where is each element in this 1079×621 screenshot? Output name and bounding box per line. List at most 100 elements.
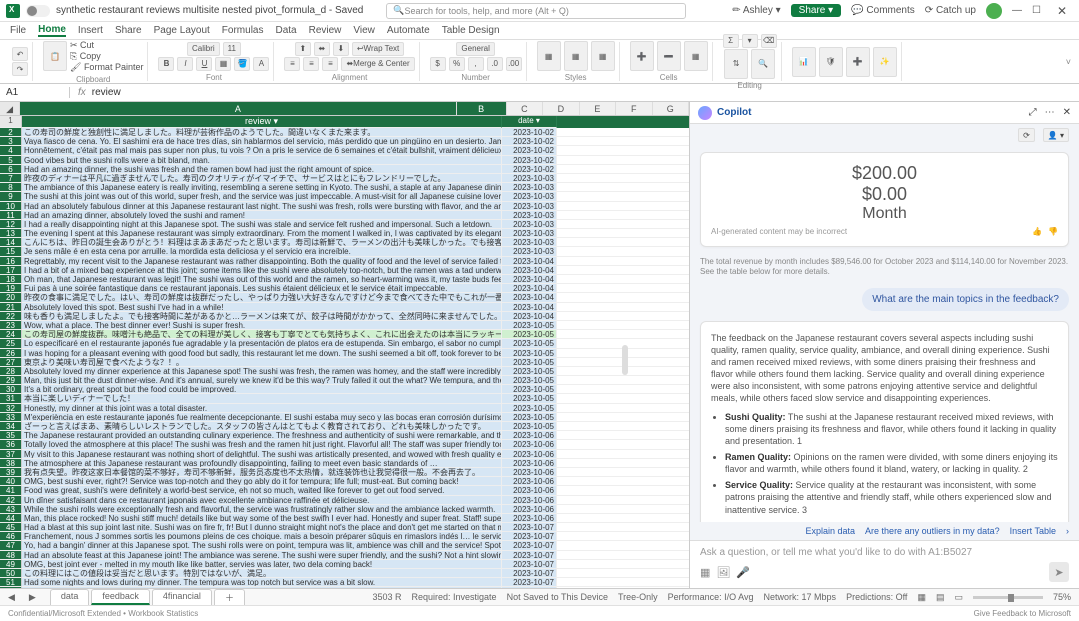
catchup-button[interactable]: ⟳ Catch up <box>925 5 976 16</box>
row-header[interactable]: 25 <box>0 339 22 348</box>
table-row[interactable]: 22味も香りも満足しましたよ。でも接客時間に差があるかと…ラーメンは来てが、餃子… <box>0 312 689 321</box>
cell-date[interactable]: 2023-10-06 <box>502 440 557 449</box>
cell-review[interactable]: Good vibes but the sushi rolls were a bi… <box>22 156 502 165</box>
cell-date[interactable]: 2023-10-07 <box>502 523 557 532</box>
cell-date[interactable]: 2023-10-03 <box>502 192 557 201</box>
cut-button[interactable]: ✂ Cut <box>70 40 94 51</box>
table-row[interactable]: 24この寿司屋の鮮度抜群。味噌汁も絶品で、全ての料理が美しく、接客も丁寧でとても… <box>0 330 689 339</box>
row-header[interactable]: 23 <box>0 321 22 330</box>
table-row[interactable]: 42Un dîner satisfaisant dans ce restaura… <box>0 496 689 505</box>
cell-date[interactable]: 2023-10-07 <box>502 532 557 541</box>
table-row[interactable]: 26I was hoping for a pleasant evening wi… <box>0 349 689 358</box>
row-header[interactable]: 34 <box>0 422 22 431</box>
row-header[interactable]: 18 <box>0 275 22 284</box>
cell-review[interactable]: I had a bit of a mixed bag experience at… <box>22 266 502 275</box>
number-format[interactable]: General <box>456 42 494 56</box>
cell-review[interactable]: Had an absolutely fabulous dinner at thi… <box>22 202 502 211</box>
cell-date[interactable]: 2023-10-03 <box>502 211 557 220</box>
cell-date[interactable]: 2023-10-06 <box>502 496 557 505</box>
dec-dec[interactable]: .00 <box>506 57 522 71</box>
cell-date[interactable]: 2023-10-03 <box>502 183 557 192</box>
row-header[interactable]: 46 <box>0 532 22 541</box>
cell-date[interactable]: 2023-10-06 <box>502 450 557 459</box>
table-row[interactable]: 28Absolutely loved my dinner experience … <box>0 367 689 376</box>
col-f[interactable]: F <box>616 102 652 115</box>
sheet-financial[interactable]: 4financial <box>152 589 212 605</box>
table-row[interactable]: 32Honestly, my dinner at this joint was … <box>0 404 689 413</box>
cell-date[interactable]: 2023-10-07 <box>502 560 557 569</box>
fill-button[interactable]: ▾ <box>742 34 758 48</box>
sheet-feedback[interactable]: feedback <box>91 589 150 605</box>
row-header[interactable]: 28 <box>0 367 22 376</box>
table-row[interactable]: 49OMG, best joint ever - melted in my mo… <box>0 560 689 569</box>
cell-date[interactable]: 2023-10-03 <box>502 229 557 238</box>
action-insert-table[interactable]: Insert Table <box>1010 526 1056 536</box>
table-row[interactable]: 11Had an amazing dinner, absolutely love… <box>0 211 689 220</box>
row-header[interactable]: 14 <box>0 238 22 247</box>
copilot-expand-icon[interactable]: ⤢ <box>1029 107 1037 118</box>
cell-date[interactable]: 2023-10-04 <box>502 303 557 312</box>
cell-review[interactable]: 昨夜の食事に満足でした。はい、寿司の鮮度は抜群だったし、やっぱり力強い大好きなん… <box>22 293 502 302</box>
cell-date[interactable]: 2023-10-02 <box>502 128 557 137</box>
row-header[interactable]: 27 <box>0 358 22 367</box>
sort-filter[interactable]: ⇅ <box>724 49 748 79</box>
cell-date[interactable]: 2023-10-05 <box>502 404 557 413</box>
cell-review[interactable]: この寿司の鮮度と独創性に満足しました。料理が芸術作品のようでした。間違いなくまた… <box>22 128 502 137</box>
cell-review[interactable]: I had a really disappointing night at th… <box>22 220 502 229</box>
table-row[interactable]: 34ざーっと言えばまあ、素晴らしいレストランでした。スタッフの皆さんはとてもよく… <box>0 422 689 431</box>
row-header[interactable]: 21 <box>0 303 22 312</box>
col-g[interactable]: G <box>653 102 689 115</box>
cell-review[interactable]: Had an absolute feast at this Japanese j… <box>22 551 502 560</box>
cell-review[interactable]: Food was great, sushi's were definitely … <box>22 486 502 495</box>
row-header[interactable]: 47 <box>0 541 22 550</box>
table-row[interactable]: 36Totally loved the atmosphere at this p… <box>0 440 689 449</box>
copilot-refresh[interactable]: ⟳ <box>1018 128 1035 142</box>
row-header[interactable]: 8 <box>0 183 22 192</box>
row-header[interactable]: 10 <box>0 202 22 211</box>
row-header[interactable]: 6 <box>0 165 22 174</box>
row-header[interactable]: 32 <box>0 404 22 413</box>
cell-date[interactable]: 2023-10-04 <box>502 293 557 302</box>
copy-button[interactable]: ⎘ Copy <box>70 51 101 62</box>
cell-date[interactable]: 2023-10-06 <box>502 468 557 477</box>
table-row[interactable]: 30It's a bit ordinary, great spot but th… <box>0 385 689 394</box>
cell-date[interactable]: 2023-10-03 <box>502 202 557 211</box>
cell-date[interactable]: 2023-10-03 <box>502 174 557 183</box>
sheet-data[interactable]: data <box>50 589 90 605</box>
table-row[interactable]: 52The elegant ambiance complemented by d… <box>0 587 689 588</box>
cell-date[interactable]: 2023-10-06 <box>502 486 557 495</box>
table-row[interactable]: 43While the sushi rolls were exceptional… <box>0 505 689 514</box>
cell-review[interactable]: Franchement, nous J sommes sortis les po… <box>22 532 502 541</box>
merge-center[interactable]: ⬌ Merge & Center <box>341 57 414 71</box>
align-mid[interactable]: ⬌ <box>314 42 330 56</box>
row-header[interactable]: 52 <box>0 587 22 588</box>
align-right[interactable]: ≡ <box>322 57 338 71</box>
align-top[interactable]: ⬆ <box>295 42 311 56</box>
row-header[interactable]: 12 <box>0 220 22 229</box>
redo-button[interactable]: ↷ <box>12 62 28 76</box>
row-header[interactable]: 43 <box>0 505 22 514</box>
mic-icon[interactable]: 🎤 <box>736 566 750 579</box>
cell-date[interactable]: 2023-10-05 <box>502 394 557 403</box>
fill-color-button[interactable]: 🪣 <box>234 57 250 71</box>
zoom-slider[interactable] <box>973 596 1043 599</box>
row-header[interactable]: 9 <box>0 192 22 201</box>
row-header[interactable]: 4 <box>0 146 22 155</box>
row-header[interactable]: 31 <box>0 394 22 403</box>
format-painter-button[interactable]: 🖌 Format Painter <box>70 62 143 73</box>
row-header[interactable]: 38 <box>0 459 22 468</box>
row-header[interactable]: 17 <box>0 266 22 275</box>
thumbs-up-icon[interactable]: 👍 <box>1032 227 1042 236</box>
paste-button[interactable]: 📋 <box>43 41 67 71</box>
cell-review[interactable]: この料理にはこの値段は妥当だと思います。特別ではないが、満足。 <box>22 569 502 578</box>
cell-date[interactable]: 2023-10-05 <box>502 321 557 330</box>
tab-data[interactable]: Data <box>275 25 296 36</box>
row-header[interactable]: 35 <box>0 431 22 440</box>
row-header[interactable]: 3 <box>0 137 22 146</box>
table-row[interactable]: 44Man, this place rocked! No sushi stiff… <box>0 514 689 523</box>
cell-review[interactable]: Yo, had a bangin' dinner at this Japanes… <box>22 541 502 550</box>
cell-review[interactable]: ざーっと言えばまあ、素晴らしいレストランでした。スタッフの皆さんはとてもよく教育… <box>22 422 502 431</box>
row-header[interactable]: 33 <box>0 413 22 422</box>
tab-pagelayout[interactable]: Page Layout <box>154 25 210 36</box>
close-button[interactable]: ✕ <box>1051 4 1073 18</box>
